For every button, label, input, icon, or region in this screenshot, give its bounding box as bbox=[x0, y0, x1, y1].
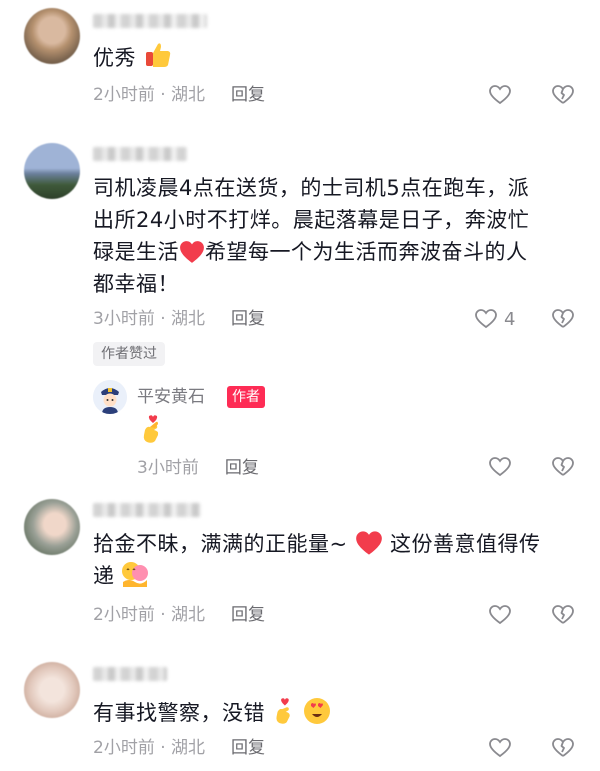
finger-heart-emoji-icon bbox=[143, 415, 159, 443]
dislike-broken-heart-icon[interactable] bbox=[551, 736, 575, 760]
comment-meta: 2小时前 · 湖北 回复 bbox=[93, 83, 266, 107]
reply-button[interactable]: 回复 bbox=[231, 603, 265, 627]
avatar[interactable] bbox=[24, 499, 80, 555]
red-heart-emoji-icon bbox=[355, 531, 382, 555]
like-button[interactable] bbox=[488, 602, 512, 628]
username-blurred[interactable] bbox=[93, 667, 167, 681]
police-avatar-icon bbox=[93, 380, 127, 414]
comment-text: 优秀 bbox=[93, 40, 573, 74]
thumbs-up-emoji-icon bbox=[146, 43, 171, 67]
author-avatar[interactable] bbox=[93, 380, 127, 414]
dislike-broken-heart-icon[interactable] bbox=[551, 83, 575, 107]
comment-text: 司机凌晨4点在送货，的士司机5点在跑车，派 出所24小时不打烊。晨起落幕是日子，… bbox=[93, 176, 530, 296]
reply-button[interactable]: 回复 bbox=[231, 736, 265, 760]
comment-list: 优秀 2小时前 · 湖北 回复 司机凌晨4点在送货，的士司机5点在跑车，派 出所2… bbox=[0, 0, 600, 771]
reply-button[interactable]: 回复 bbox=[231, 83, 265, 107]
author-name[interactable]: 平安黄石 bbox=[137, 385, 205, 409]
avatar[interactable] bbox=[24, 662, 80, 718]
heart-eyes-emoji-icon bbox=[304, 698, 331, 724]
comment-text: 有事找警察，没错 bbox=[93, 697, 573, 729]
heart-outline-icon bbox=[475, 309, 497, 329]
comment-meta: 3小时前 · 湖北 回复 bbox=[93, 307, 266, 331]
like-button[interactable] bbox=[488, 454, 512, 480]
heart-outline-icon bbox=[489, 738, 511, 758]
like-button[interactable] bbox=[488, 735, 512, 761]
finger-heart-emoji-icon bbox=[276, 698, 290, 724]
author-tag-badge: 作者 bbox=[227, 386, 265, 408]
like-button[interactable] bbox=[488, 82, 512, 108]
like-count: 4 bbox=[504, 308, 516, 330]
heart-outline-icon bbox=[489, 457, 511, 477]
comment-meta: 2小时前 · 湖北 回复 bbox=[93, 603, 266, 627]
dislike-broken-heart-icon[interactable] bbox=[551, 455, 575, 479]
author-liked-badge: 作者赞过 bbox=[93, 342, 165, 366]
comment-meta: 2小时前 · 湖北 回复 bbox=[93, 736, 266, 760]
username-blurred[interactable] bbox=[93, 503, 201, 517]
username-blurred[interactable] bbox=[93, 14, 207, 28]
reply-button[interactable]: 回复 bbox=[231, 307, 265, 331]
dislike-broken-heart-icon[interactable] bbox=[551, 307, 575, 331]
red-heart-emoji-icon bbox=[180, 241, 204, 263]
heart-outline-icon bbox=[489, 85, 511, 105]
comment-text: 拾金不昧，满满的正能量~ 这份善意值得传 递 bbox=[93, 531, 541, 588]
avatar[interactable] bbox=[24, 8, 80, 64]
reply-meta: 3小时前 回复 bbox=[137, 456, 259, 480]
dislike-broken-heart-icon[interactable] bbox=[551, 603, 575, 627]
heart-outline-icon bbox=[489, 605, 511, 625]
reply-button[interactable]: 回复 bbox=[225, 456, 259, 480]
avatar[interactable] bbox=[24, 143, 80, 199]
hugging-emoji-icon bbox=[121, 562, 148, 587]
like-button[interactable]: 4 bbox=[474, 306, 515, 332]
username-blurred[interactable] bbox=[93, 147, 187, 161]
